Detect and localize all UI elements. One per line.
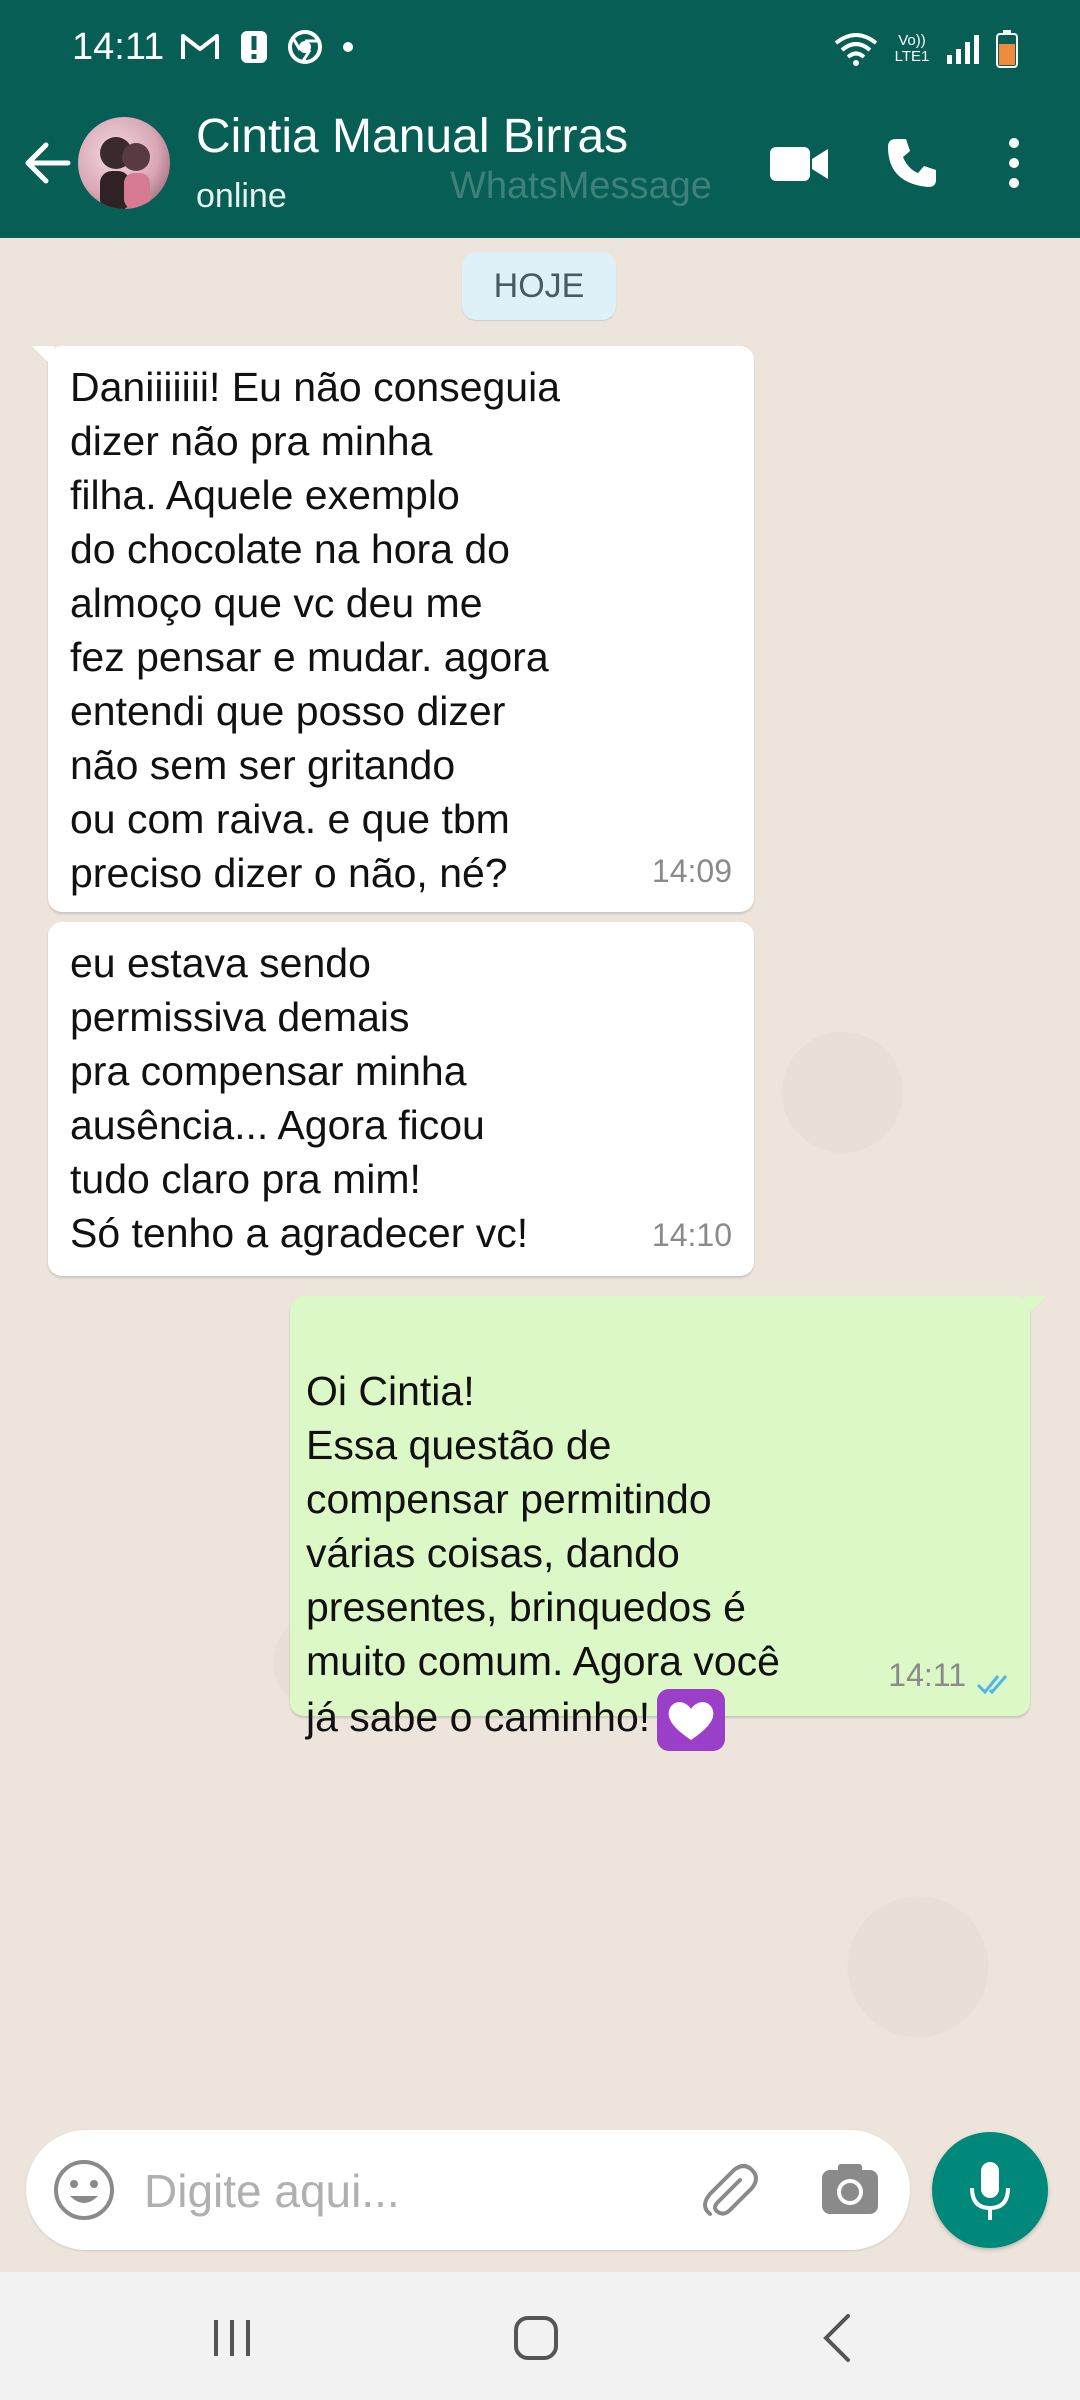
alert-icon [241,31,267,63]
voice-call-icon[interactable] [884,135,940,191]
message-bubble-incoming[interactable]: Daniiiiiii! Eu não conseguia dizer não p… [32,346,754,912]
bubble-tail [1024,1296,1046,1318]
gmail-icon [181,34,219,59]
battery-icon [996,30,1018,68]
dot-icon [343,42,353,52]
more-options-icon[interactable] [996,135,1032,191]
message-time: 14:11 [888,1657,966,1693]
chat-header: Cintia Manual Birras online WhatsMessage [0,91,1080,238]
microphone-icon [970,2162,1010,2220]
wifi-icon [834,33,878,66]
message-time: 14:09 [651,853,732,889]
chrome-icon [288,30,322,64]
message-text-content: Oi Cintia! Essa questão de compensar per… [306,1368,780,1740]
double-check-read-icon [976,1675,1008,1695]
camera-icon[interactable] [820,2160,880,2220]
chat-area[interactable]: HOJE Daniiiiiii! Eu não conseguia dizer … [0,238,1080,2272]
status-bar: 14:11 Vo)) LTE1 [0,0,1080,91]
status-left-icons [180,30,354,64]
date-chip: HOJE [462,252,616,320]
volte-icon: Vo)) LTE1 [894,32,930,65]
signal-icon [947,35,979,64]
message-input[interactable] [142,2150,706,2232]
microphone-button[interactable] [932,2132,1048,2248]
message-composer [26,2130,910,2250]
contact-status: online [196,177,287,215]
message-text: Daniiiiiii! Eu não conseguia dizer não p… [70,364,561,896]
purple-heart-icon [657,1689,726,1751]
emoji-icon[interactable] [52,2158,116,2222]
message-text: Oi Cintia! Essa questão de compensar per… [306,1310,780,1752]
video-call-icon[interactable] [768,137,830,191]
status-time: 14:11 [72,26,165,68]
recents-icon[interactable] [210,2316,254,2360]
contact-name[interactable]: Cintia Manual Birras [196,109,628,164]
message-time: 14:10 [651,1217,732,1253]
home-icon[interactable] [512,2314,560,2362]
message-bubble-outgoing[interactable]: Oi Cintia! Essa questão de compensar per… [290,1296,1046,1751]
system-navigation-bar [0,2272,1080,2400]
watermark: WhatsMessage [450,165,712,207]
back-arrow-icon[interactable] [18,133,74,193]
bubble-tail [32,346,54,368]
message-text: eu estava sendo permissiva demais pra co… [70,940,529,1256]
attach-icon[interactable] [698,2160,760,2222]
status-right-icons: Vo)) LTE1 [834,30,1018,68]
message-bubble-incoming[interactable]: eu estava sendo permissiva demais pra co… [48,922,754,1276]
avatar[interactable] [78,117,170,209]
nav-back-icon[interactable] [818,2312,858,2364]
avatar-image [100,137,150,209]
